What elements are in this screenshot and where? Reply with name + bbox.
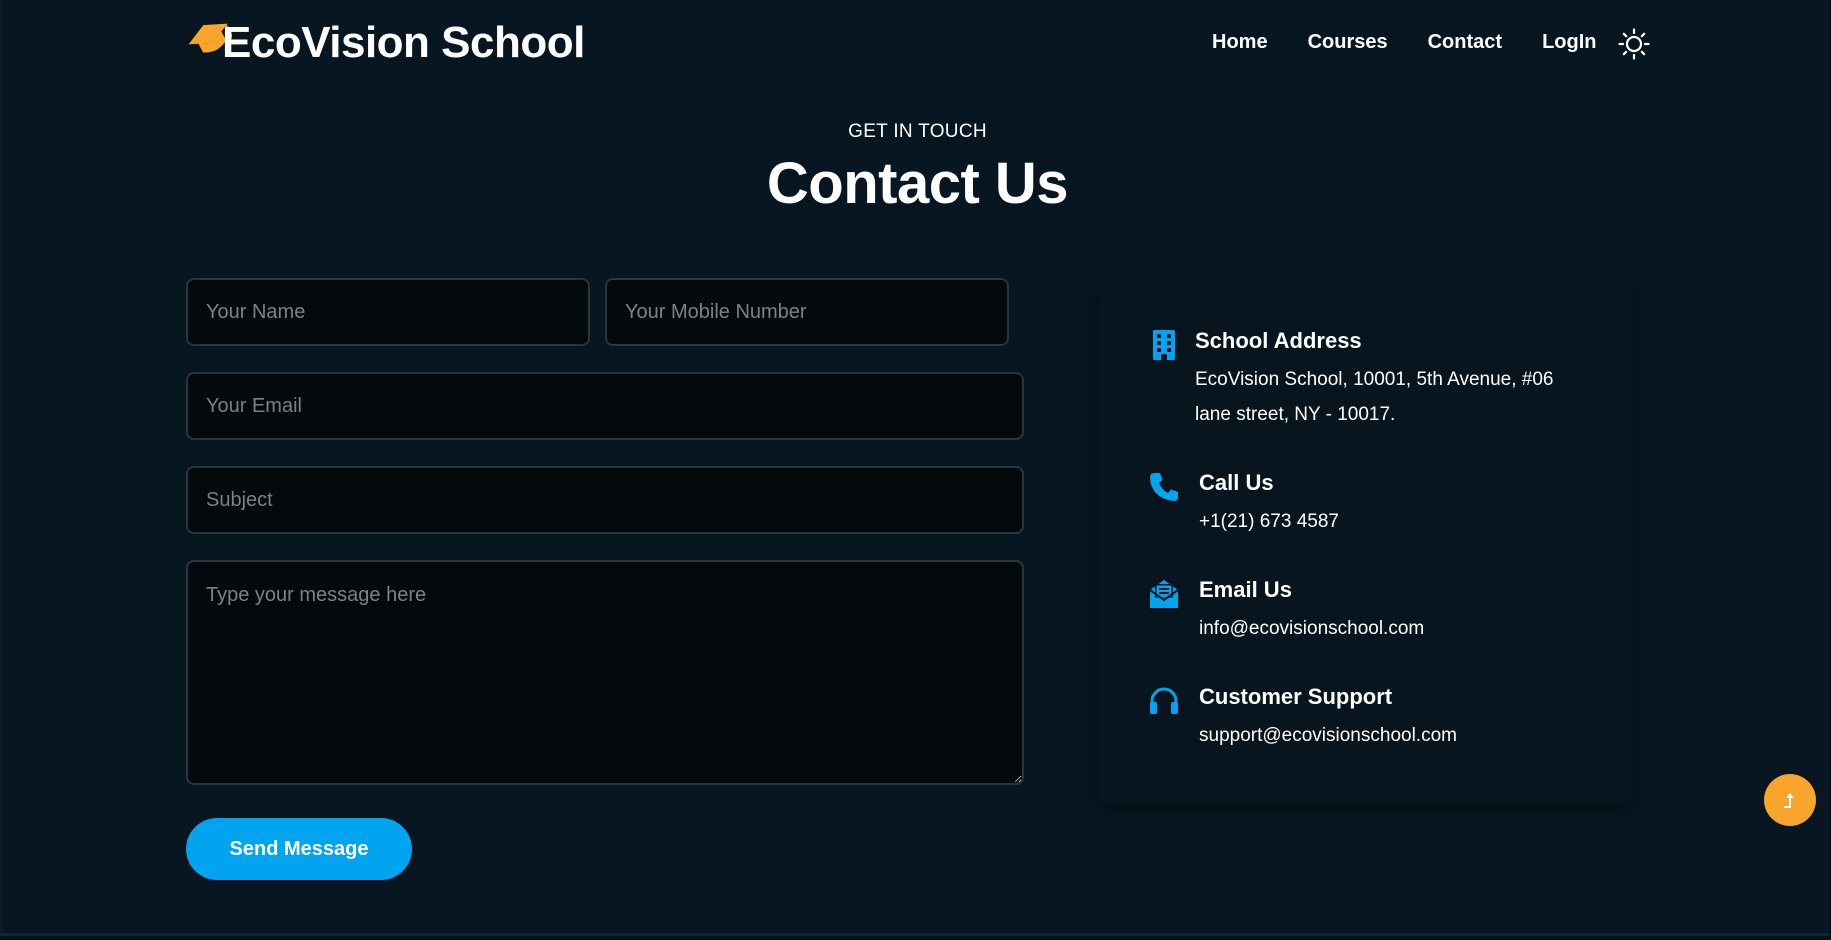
support-value[interactable]: support@ecovisionschool.com	[1199, 718, 1457, 753]
call-value[interactable]: +1(21) 673 4587	[1199, 504, 1339, 539]
brand-logo[interactable]: EcoVision School	[188, 14, 585, 67]
subject-input[interactable]	[186, 466, 1024, 534]
support-title: Customer Support	[1199, 684, 1393, 709]
main-nav: Home Courses Contact LogIn	[1212, 31, 1637, 54]
brand-name: EcoVision School	[222, 18, 585, 67]
email-title: Email Us	[1199, 577, 1292, 602]
headset-icon	[1150, 687, 1178, 714]
scroll-to-top-button[interactable]	[1764, 774, 1816, 826]
support-block: Customer Support support@ecovisionschool…	[1147, 682, 1457, 753]
address-line-1: EcoVision School, 10001, 5th Avenue, #06	[1195, 369, 1554, 390]
nav-contact[interactable]: Contact	[1428, 31, 1502, 54]
sun-icon[interactable]	[1618, 28, 1650, 60]
call-block: Call Us +1(21) 673 4587	[1147, 468, 1339, 539]
section-eyebrow: GET IN TOUCH	[848, 121, 987, 142]
arrow-up-icon	[1784, 793, 1794, 808]
phone-icon	[1150, 473, 1178, 501]
call-title: Call Us	[1199, 470, 1274, 495]
address-title: School Address	[1195, 328, 1362, 353]
nav-login[interactable]: LogIn	[1542, 31, 1596, 54]
contact-info-card: School Address EcoVision School, 10001, …	[1099, 282, 1633, 802]
mobile-input[interactable]	[605, 278, 1009, 346]
address-line-2: lane street, NY - 10017.	[1195, 404, 1396, 425]
email-value[interactable]: info@ecovisionschool.com	[1199, 611, 1424, 646]
nav-home[interactable]: Home	[1212, 31, 1268, 54]
message-textarea[interactable]	[186, 560, 1024, 785]
page-title: Contact Us	[766, 151, 1069, 216]
address-block: School Address EcoVision School, 10001, …	[1147, 326, 1553, 432]
email-block: Email Us info@ecovisionschool.com	[1147, 575, 1424, 646]
name-input[interactable]	[186, 278, 590, 346]
email-input[interactable]	[186, 372, 1024, 440]
nav-courses[interactable]: Courses	[1308, 31, 1388, 54]
building-icon	[1153, 330, 1175, 360]
send-message-button[interactable]: Send Message	[186, 818, 412, 880]
envelope-open-icon	[1149, 580, 1179, 608]
